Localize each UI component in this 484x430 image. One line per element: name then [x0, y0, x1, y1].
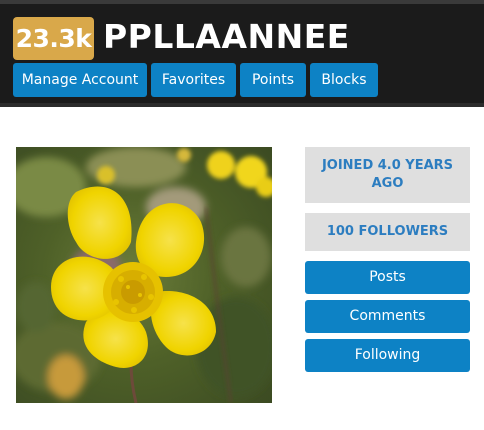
- favorites-button[interactable]: Favorites: [151, 63, 236, 97]
- header-top-border: [0, 0, 484, 4]
- posts-button[interactable]: Posts: [305, 261, 470, 294]
- joined-stat: JOINED 4.0 YEARS AGO: [305, 147, 470, 203]
- profile-photo: [16, 147, 272, 403]
- blocks-button[interactable]: Blocks: [310, 63, 378, 97]
- header-bottom-border: [0, 103, 484, 107]
- points-badge: 23.3k: [13, 17, 94, 60]
- following-button[interactable]: Following: [305, 339, 470, 372]
- comments-button[interactable]: Comments: [305, 300, 470, 333]
- profile-header: 23.3k PPLLAANNEE Manage Account Favorite…: [0, 0, 484, 107]
- followers-stat: 100 FOLLOWERS: [305, 213, 470, 251]
- flower-image: [16, 147, 272, 403]
- manage-account-button[interactable]: Manage Account: [13, 63, 147, 97]
- username: PPLLAANNEE: [103, 17, 350, 56]
- points-button[interactable]: Points: [240, 63, 306, 97]
